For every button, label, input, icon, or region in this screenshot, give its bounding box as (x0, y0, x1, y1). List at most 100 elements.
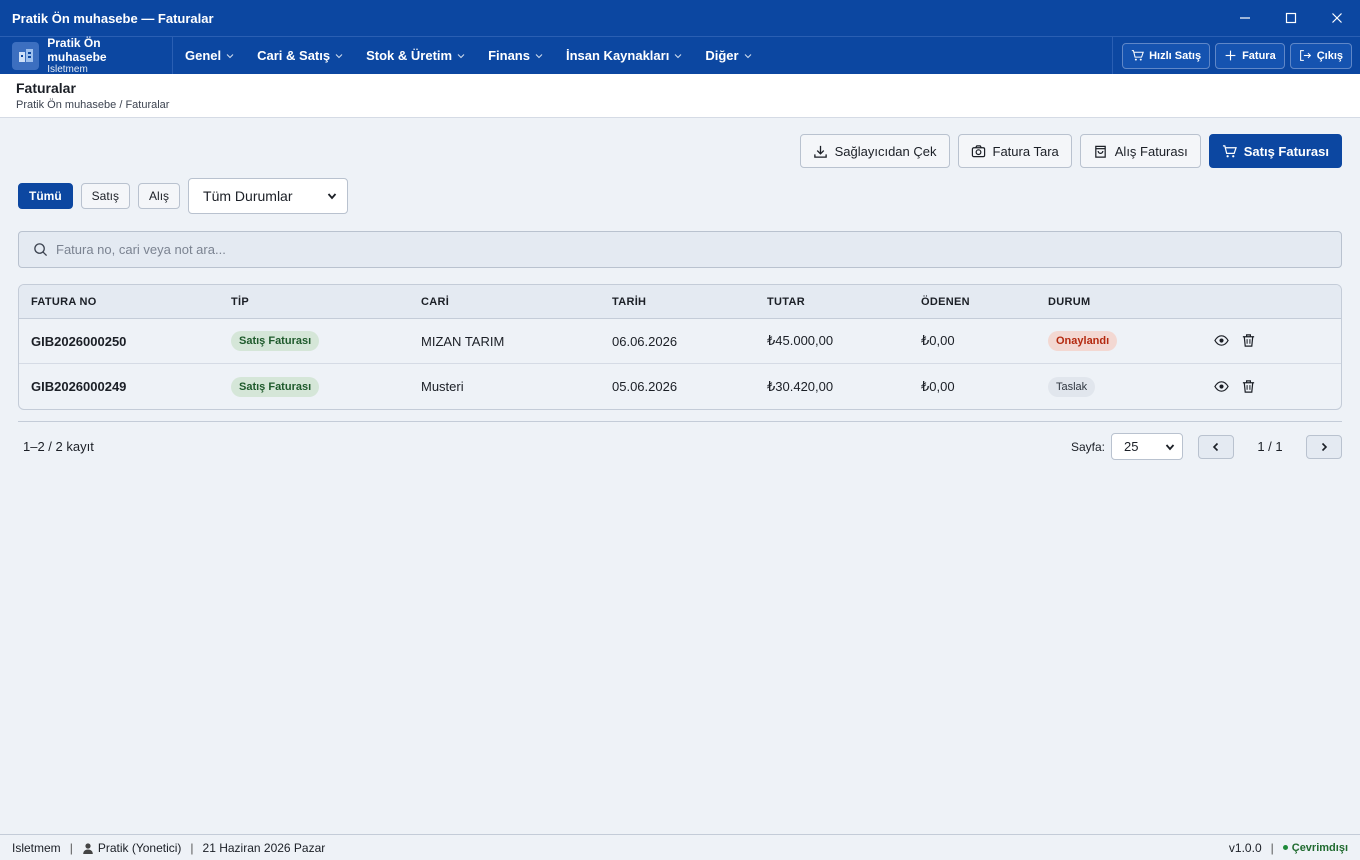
chevron-right-icon (1321, 442, 1328, 451)
menu-insan-kaynaklari[interactable]: İnsan Kaynakları (566, 48, 682, 63)
status-select[interactable]: Tüm Durumlar (188, 178, 349, 214)
page-header: Faturalar Pratik Ön muhasebe / Faturalar (0, 74, 1360, 118)
filter-bar: Tümü Satış Alış Tüm Durumlar (18, 178, 349, 214)
page-size-value: 25 (1124, 439, 1139, 454)
record-count: 1–2 / 2 kayıt (23, 439, 94, 454)
next-page-button[interactable] (1306, 434, 1342, 459)
paid-amount: ₺0,00 (921, 378, 955, 394)
invoice-no: GIB2026000250 (31, 333, 127, 349)
filter-all[interactable]: Tümü (18, 183, 73, 209)
eye-icon (1214, 335, 1229, 346)
separator: | (1270, 840, 1274, 855)
title-bar: Pratik Ön muhasebe — Faturalar (0, 0, 1360, 36)
brand-name: Pratik Ön muhasebe (47, 35, 107, 64)
filter-purchase[interactable]: Alış (138, 183, 181, 209)
maximize-icon (1285, 12, 1297, 24)
quick-sale-button[interactable]: Hızlı Satış (1122, 42, 1211, 69)
cart-icon (1222, 144, 1237, 157)
menu-label: Finans (488, 48, 530, 63)
chevron-down-icon (744, 53, 751, 58)
invoice-amount: ₺45.000,00 (767, 333, 834, 348)
menu-genel[interactable]: Genel (185, 48, 234, 63)
minimize-button[interactable] (1222, 0, 1268, 36)
brand[interactable]: Pratik Ön muhasebe Isletmem (0, 35, 173, 75)
eye-icon (1214, 380, 1229, 392)
paid-amount: ₺0,00 (921, 333, 955, 348)
scan-invoice-button[interactable]: Fatura Tara (957, 134, 1072, 168)
logout-button[interactable]: Çıkış (1289, 42, 1352, 69)
status-select-value: Tüm Durumlar (203, 188, 293, 204)
purchase-invoice-button[interactable]: Alış Faturası (1079, 134, 1201, 168)
window-title: Pratik Ön muhasebe — Faturalar (12, 10, 214, 26)
status-date: 21 Haziran 2026 Pazar (202, 840, 326, 855)
download-icon (813, 145, 827, 158)
invoice-no: GIB2026000249 (31, 379, 127, 394)
invoice-amount: ₺30.420,00 (767, 378, 834, 394)
invoice-date: 05.06.2026 (612, 379, 678, 394)
menu-label: Cari & Satış (257, 48, 331, 63)
col-customer[interactable]: CARİ (421, 296, 612, 308)
view-button[interactable] (1214, 379, 1230, 395)
chevron-down-icon (674, 53, 682, 58)
app-logo-icon (12, 41, 40, 70)
menu-label: Diğer (705, 48, 739, 63)
nav-actions: Hızlı Satış Fatura Çıkış (1112, 36, 1360, 75)
col-paid[interactable]: ÖDENEN (921, 296, 1048, 308)
col-invoice-no[interactable]: FATURA NO (19, 296, 231, 308)
status-company: Isletmem (12, 840, 61, 855)
search-icon (34, 243, 48, 257)
col-status[interactable]: DURUM (1048, 296, 1214, 308)
maximize-button[interactable] (1268, 0, 1314, 36)
separator: | (69, 840, 73, 855)
user-icon (83, 842, 93, 854)
close-icon (1332, 13, 1342, 23)
scan-label: Fatura Tara (992, 143, 1059, 159)
menu-finans[interactable]: Finans (488, 48, 543, 63)
view-button[interactable] (1214, 333, 1230, 349)
breadcrumb: Pratik Ön muhasebe / Faturalar (16, 99, 170, 111)
sales-invoice-button[interactable]: Satış Faturası (1208, 134, 1342, 168)
new-invoice-button[interactable]: Fatura (1215, 42, 1285, 69)
table-row[interactable]: GIB2026000249 Satış Faturası Musteri 05.… (19, 364, 1341, 409)
col-type[interactable]: TİP (231, 296, 421, 308)
col-amount[interactable]: TUTAR (767, 296, 921, 308)
sales-label: Satış Faturası (1243, 143, 1329, 159)
delete-button[interactable] (1241, 379, 1257, 395)
close-button[interactable] (1314, 0, 1360, 36)
table-row[interactable]: GIB2026000250 Satış Faturası MIZAN TARIM… (19, 319, 1341, 364)
menu-cari-satis[interactable]: Cari & Satış (257, 48, 343, 63)
cart-icon (1131, 50, 1145, 61)
separator: | (190, 840, 194, 855)
camera-icon (971, 144, 985, 157)
type-badge: Satış Faturası (231, 376, 320, 397)
pagination: Sayfa: 25 1 / 1 (1071, 433, 1342, 460)
chevron-down-icon (226, 53, 234, 58)
filter-sales[interactable]: Satış (80, 183, 131, 209)
status-badge: Onaylandı (1048, 331, 1118, 351)
page-size-select[interactable]: 25 (1111, 433, 1183, 460)
status-bar: Isletmem | Pratik (Yonetici) | 21 Hazira… (0, 834, 1360, 860)
new-invoice-label: Fatura (1242, 49, 1276, 62)
prev-page-button[interactable] (1198, 434, 1234, 459)
purchase-label: Alış Faturası (1114, 143, 1188, 159)
logout-icon (1299, 50, 1311, 61)
fetch-from-provider-button[interactable]: Sağlayıcıdan Çek (799, 134, 950, 168)
chevron-down-icon (535, 53, 543, 58)
main-navbar: Pratik Ön muhasebe Isletmem Genel Cari &… (0, 35, 1360, 75)
chevron-left-icon (1212, 442, 1219, 451)
logout-label: Çıkış (1316, 49, 1343, 62)
page-size-label: Sayfa: (1070, 439, 1105, 454)
delete-button[interactable] (1241, 333, 1257, 349)
connection-status: Çevrimdışı (1291, 841, 1348, 854)
search-box (18, 231, 1342, 268)
search-input[interactable] (56, 242, 1256, 257)
menu-label: Stok & Üretim (366, 48, 453, 63)
menu-diger[interactable]: Diğer (705, 48, 751, 63)
invoice-table: FATURA NO TİP CARİ TARİH TUTAR ÖDENEN DU… (18, 284, 1342, 410)
chevron-down-icon (335, 53, 343, 58)
invoice-date: 06.06.2026 (612, 333, 678, 349)
invoice-actions: Sağlayıcıdan Çek Fatura Tara Alış Fatura… (792, 134, 1342, 168)
menu-stok-uretim[interactable]: Stok & Üretim (366, 48, 465, 63)
col-date[interactable]: TARİH (612, 296, 767, 308)
status-badge: Taslak (1048, 376, 1096, 397)
